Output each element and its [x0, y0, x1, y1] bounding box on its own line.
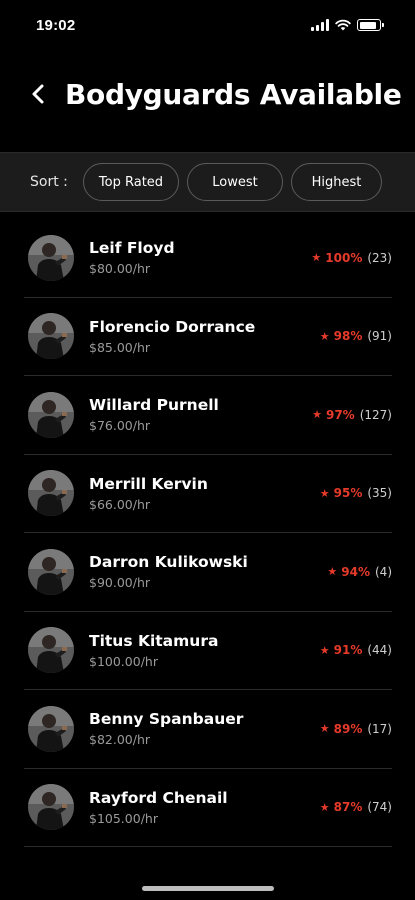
bodyguard-rate: $76.00/hr [89, 418, 151, 434]
wifi-icon [335, 19, 351, 31]
bodyguard-info: Willard Purnell $76.00/hr [89, 396, 312, 433]
rating-percent: 97% [325, 407, 355, 422]
star-icon: ★ [319, 722, 330, 736]
bodyguard-name: Rayford Chenail [89, 788, 228, 807]
review-count: (35) [367, 486, 392, 501]
star-icon: ★ [319, 486, 330, 500]
bodyguard-name: Leif Floyd [89, 239, 175, 258]
avatar [28, 784, 74, 831]
bodyguard-row[interactable]: Darron Kulikowski $90.00/hr ★ 94% (4) [24, 533, 392, 612]
avatar [28, 470, 74, 517]
rating-percent: 91% [333, 643, 363, 658]
bodyguard-name: Darron Kulikowski [89, 553, 248, 572]
bodyguard-row[interactable]: Titus Kitamura $100.00/hr ★ 91% (44) [24, 612, 392, 690]
bodyguard-rate: $90.00/hr [89, 575, 151, 591]
review-count: (91) [367, 329, 392, 344]
bodyguard-row[interactable]: Benny Spanbauer $82.00/hr ★ 89% (17) [24, 690, 392, 769]
rating-percent: 95% [333, 486, 363, 501]
bodyguard-name: Benny Spanbauer [89, 710, 244, 729]
rating: ★ 95% (35) [320, 486, 392, 500]
bodyguard-info: Benny Spanbauer $82.00/hr [89, 710, 320, 747]
back-button[interactable] [18, 74, 58, 114]
review-count: (127) [359, 407, 392, 422]
avatar [28, 313, 74, 360]
avatar [28, 234, 74, 281]
star-icon: ★ [319, 329, 330, 343]
review-count: (4) [375, 564, 392, 579]
bodyguard-info: Darron Kulikowski $90.00/hr [89, 553, 327, 590]
header: Bodyguards Available [0, 62, 415, 126]
bodyguard-info: Rayford Chenail $105.00/hr [89, 789, 320, 826]
bodyguard-info: Florencio Dorrance $85.00/hr [89, 318, 320, 355]
bodyguard-row[interactable]: Willard Purnell $76.00/hr ★ 97% (127) [24, 376, 392, 455]
page-title: Bodyguards Available [65, 77, 402, 111]
rating: ★ 97% (127) [312, 408, 392, 422]
review-count: (23) [367, 250, 392, 265]
status-time: 19:02 [36, 16, 76, 34]
cellular-signal-icon [311, 19, 329, 31]
sort-lowest-button[interactable]: Lowest [187, 163, 283, 201]
rating: ★ 91% (44) [320, 643, 392, 657]
rating-percent: 100% [325, 250, 363, 265]
bodyguard-name: Titus Kitamura [89, 631, 219, 650]
star-icon: ★ [312, 408, 322, 422]
bodyguard-row[interactable]: Rayford Chenail $105.00/hr ★ 87% (74) [24, 769, 392, 847]
rating: ★ 94% (4) [327, 565, 392, 579]
bodyguard-rate: $105.00/hr [89, 810, 158, 826]
review-count: (44) [367, 643, 392, 658]
star-icon: ★ [327, 565, 338, 579]
avatar [28, 548, 74, 595]
rating: ★ 98% (91) [320, 329, 392, 343]
bodyguard-row[interactable]: Leif Floyd $80.00/hr ★ 100% (23) [24, 219, 392, 298]
rating: ★ 89% (17) [320, 722, 392, 736]
bodyguard-row[interactable]: Florencio Dorrance $85.00/hr ★ 98% (91) [24, 298, 392, 376]
battery-icon [357, 19, 384, 31]
avatar [28, 391, 74, 438]
bodyguard-name: Merrill Kervin [89, 474, 208, 493]
rating: ★ 100% (23) [311, 251, 392, 265]
star-icon: ★ [311, 251, 322, 265]
rating-percent: 98% [333, 329, 363, 344]
avatar [28, 705, 74, 752]
sort-bar: Sort : Top Rated Lowest Highest [0, 152, 415, 212]
rating: ★ 87% (74) [320, 800, 392, 814]
rating-percent: 87% [333, 800, 363, 815]
star-icon: ★ [319, 800, 330, 814]
bodyguard-rate: $100.00/hr [89, 653, 158, 669]
bodyguard-info: Titus Kitamura $100.00/hr [89, 632, 320, 669]
review-count: (74) [367, 800, 392, 815]
bodyguard-rate: $66.00/hr [89, 496, 151, 512]
bodyguard-name: Florencio Dorrance [89, 317, 256, 336]
star-icon: ★ [319, 643, 330, 657]
home-indicator[interactable] [142, 886, 274, 891]
rating-percent: 94% [341, 564, 370, 579]
rating-percent: 89% [333, 721, 363, 736]
bodyguard-rate: $82.00/hr [89, 732, 151, 748]
chevron-left-icon [32, 84, 44, 104]
bodyguard-info: Leif Floyd $80.00/hr [89, 239, 311, 276]
sort-top-rated-button[interactable]: Top Rated [83, 163, 179, 201]
bodyguard-list: Leif Floyd $80.00/hr ★ 100% (23) Florenc… [0, 219, 415, 847]
bodyguard-rate: $85.00/hr [89, 339, 151, 355]
bodyguard-name: Willard Purnell [89, 396, 219, 415]
review-count: (17) [367, 721, 392, 736]
status-bar: 19:02 [0, 0, 415, 50]
avatar [28, 627, 74, 674]
bodyguard-rate: $80.00/hr [89, 261, 151, 277]
sort-highest-button[interactable]: Highest [291, 163, 382, 201]
bodyguard-row[interactable]: Merrill Kervin $66.00/hr ★ 95% (35) [24, 455, 392, 533]
status-icons [311, 19, 384, 31]
bodyguard-info: Merrill Kervin $66.00/hr [89, 475, 320, 512]
sort-label: Sort : [30, 174, 68, 190]
